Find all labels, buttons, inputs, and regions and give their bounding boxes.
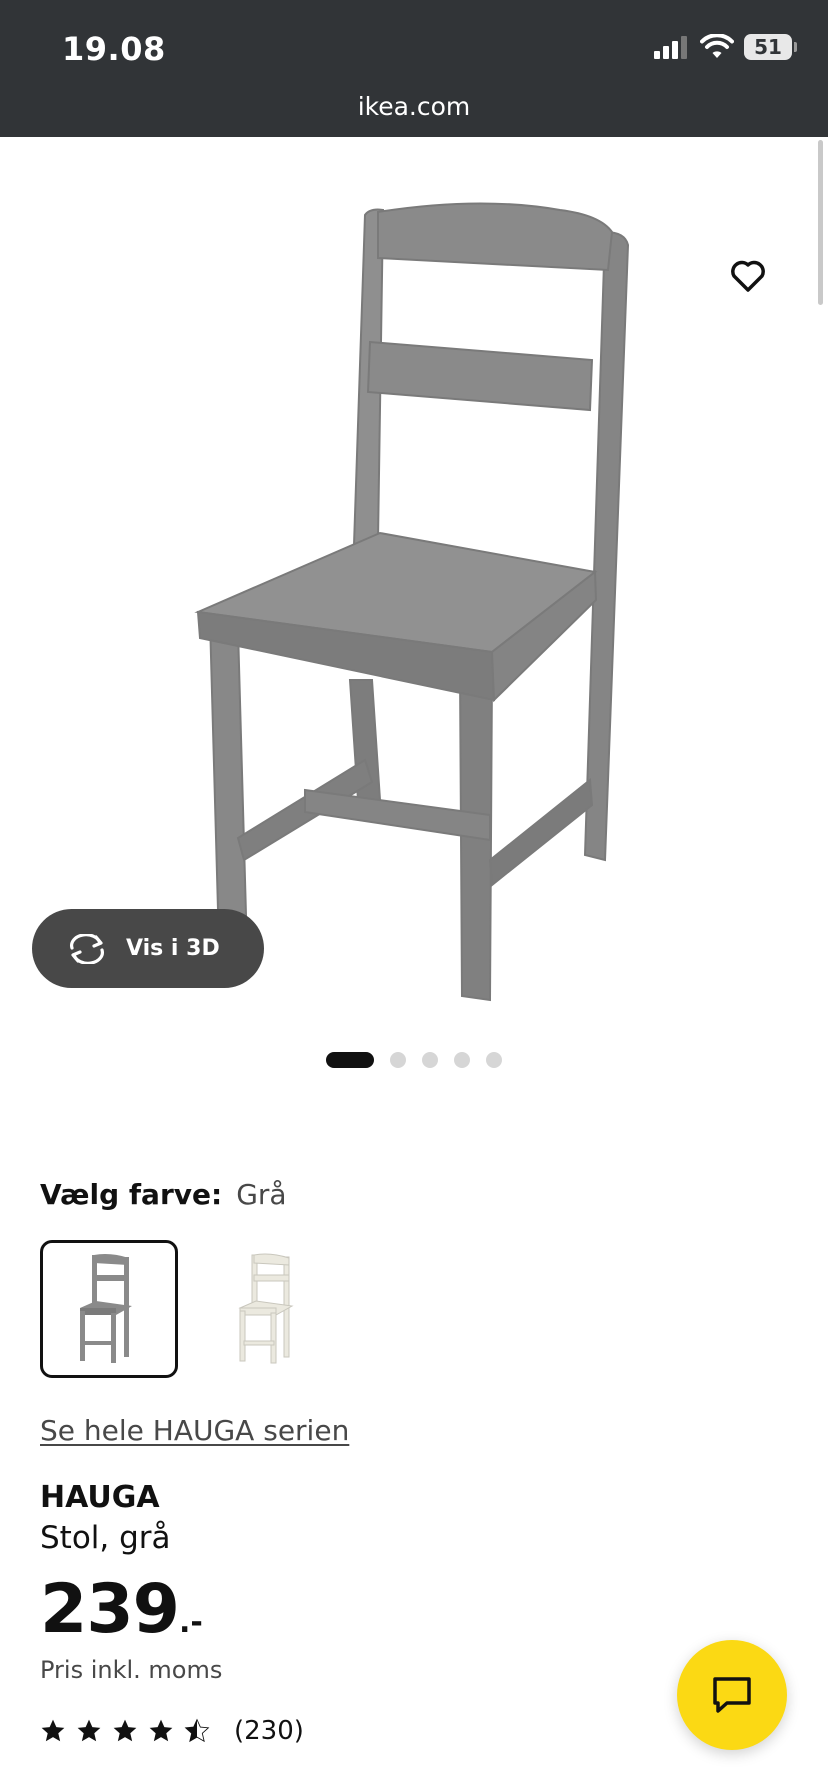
price-suffix: .-	[178, 1605, 203, 1640]
address-bar-url[interactable]: ikea.com	[0, 92, 828, 121]
carousel-dot-1[interactable]	[326, 1052, 374, 1068]
color-label-text: Vælg farve:	[40, 1178, 223, 1211]
clock: 19.08	[62, 30, 166, 68]
carousel-pagination	[326, 1052, 502, 1068]
favorite-button[interactable]	[722, 250, 774, 302]
see-series-link[interactable]: Se hele HAUGA serien	[40, 1414, 349, 1447]
star-icon	[41, 1719, 65, 1742]
carousel-dot-3[interactable]	[422, 1052, 438, 1068]
carousel-dot-4[interactable]	[454, 1052, 470, 1068]
status-bar: 19.08 51 ikea.com	[0, 0, 828, 137]
battery-icon: 51	[744, 34, 797, 60]
signal-icon	[654, 36, 687, 59]
color-selector-label: Vælg farve: Grå	[40, 1178, 287, 1211]
star-icon	[77, 1719, 101, 1742]
color-option-white[interactable]	[200, 1240, 338, 1378]
color-option-grey[interactable]	[40, 1240, 178, 1378]
chat-button[interactable]	[677, 1640, 787, 1750]
grey-chair-thumbnail	[80, 1254, 132, 1363]
product-price: 239.-	[40, 1570, 203, 1649]
rotate-3d-icon	[66, 932, 110, 966]
view-in-3d-button[interactable]: Vis i 3D	[32, 909, 264, 988]
chat-icon	[713, 1677, 751, 1713]
review-count: (230)	[234, 1716, 304, 1746]
selected-color-value: Grå	[236, 1178, 287, 1211]
star-half-icon	[184, 1718, 210, 1743]
price-note: Pris inkl. moms	[40, 1656, 223, 1684]
product-rating[interactable]: (230)	[40, 1716, 304, 1746]
product-description: Stol, grå	[40, 1520, 171, 1556]
price-main: 239	[40, 1570, 180, 1649]
rating-stars	[40, 1718, 210, 1744]
carousel-dot-5[interactable]	[486, 1052, 502, 1068]
status-icons: 51	[654, 34, 797, 60]
star-icon	[149, 1719, 173, 1742]
heart-icon	[731, 260, 765, 292]
view-in-3d-label: Vis i 3D	[126, 936, 220, 961]
wifi-icon	[700, 34, 734, 58]
white-chair-thumbnail	[238, 1253, 294, 1364]
carousel-dot-2[interactable]	[390, 1052, 406, 1068]
product-image-chair[interactable]	[0, 137, 828, 1017]
star-icon	[113, 1719, 137, 1742]
product-name: HAUGA	[40, 1480, 160, 1515]
